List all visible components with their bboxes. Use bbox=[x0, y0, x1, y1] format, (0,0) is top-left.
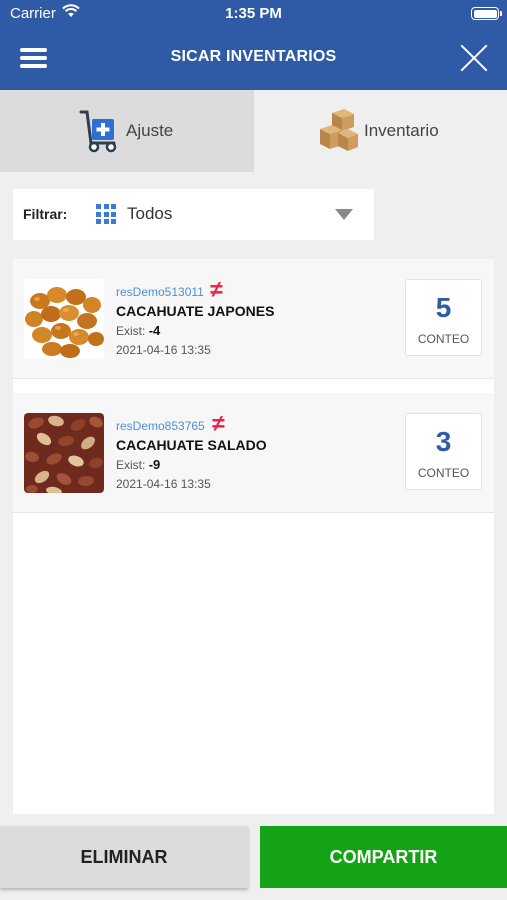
count-button[interactable]: 3 CONTEO bbox=[405, 413, 482, 490]
tab-ajuste-label: Ajuste bbox=[126, 121, 174, 140]
share-button[interactable]: COMPARTIR bbox=[260, 826, 507, 888]
filter-dropdown[interactable]: Filtrar: Todos bbox=[13, 189, 374, 240]
boxes-icon bbox=[320, 109, 358, 151]
count-label: CONTEO bbox=[417, 332, 470, 346]
inventory-list: resDemo513011 ≠ CACAHUATE JAPONES Exist:… bbox=[13, 259, 494, 814]
stock-value: -4 bbox=[148, 323, 161, 338]
product-name: CACAHUATE SALADO bbox=[116, 437, 267, 453]
delete-button[interactable]: ELIMINAR bbox=[0, 826, 248, 888]
mode-tabs: Ajuste Inventario bbox=[0, 90, 507, 172]
product-code: resDemo853765 bbox=[116, 419, 205, 433]
count-button[interactable]: 5 CONTEO bbox=[405, 279, 482, 356]
close-icon[interactable] bbox=[461, 45, 487, 71]
stock-info: Exist: -9 bbox=[116, 457, 161, 472]
list-item[interactable]: resDemo513011 ≠ CACAHUATE JAPONES Exist:… bbox=[13, 259, 494, 379]
clock: 1:35 PM bbox=[225, 5, 282, 22]
count-value: 3 bbox=[435, 426, 452, 457]
list-item[interactable]: resDemo853765 ≠ CACAHUATE SALADO Exist: … bbox=[13, 393, 494, 513]
status-bar: Carrier 1:35 PM bbox=[0, 0, 507, 28]
count-label: CONTEO bbox=[417, 466, 470, 480]
not-equal-icon: ≠ bbox=[212, 410, 225, 436]
product-name: CACAHUATE JAPONES bbox=[116, 303, 275, 319]
hand-truck-plus-icon bbox=[79, 110, 117, 153]
filter-value: Todos bbox=[127, 204, 173, 223]
battery-icon bbox=[471, 7, 502, 20]
stock-info: Exist: -4 bbox=[116, 323, 161, 338]
tab-inventario-label: Inventario bbox=[364, 121, 439, 140]
product-image-salted-peanuts bbox=[24, 413, 104, 493]
not-equal-icon: ≠ bbox=[210, 276, 223, 302]
tab-ajuste[interactable]: Ajuste bbox=[0, 90, 254, 172]
product-code: resDemo513011 bbox=[116, 285, 204, 299]
page-title: SICAR INVENTARIOS bbox=[170, 48, 337, 65]
stock-value: -9 bbox=[148, 457, 161, 472]
filter-label: Filtrar: bbox=[23, 206, 68, 222]
product-image-japanese-peanuts bbox=[24, 279, 104, 359]
timestamp: 2021-04-16 13:35 bbox=[116, 477, 211, 491]
timestamp: 2021-04-16 13:35 bbox=[116, 343, 211, 357]
count-value: 5 bbox=[435, 292, 452, 323]
tab-inventario[interactable]: Inventario bbox=[254, 90, 507, 172]
app-header: SICAR INVENTARIOS bbox=[0, 28, 507, 90]
chevron-down-icon bbox=[335, 209, 353, 220]
grid-icon bbox=[96, 204, 116, 224]
